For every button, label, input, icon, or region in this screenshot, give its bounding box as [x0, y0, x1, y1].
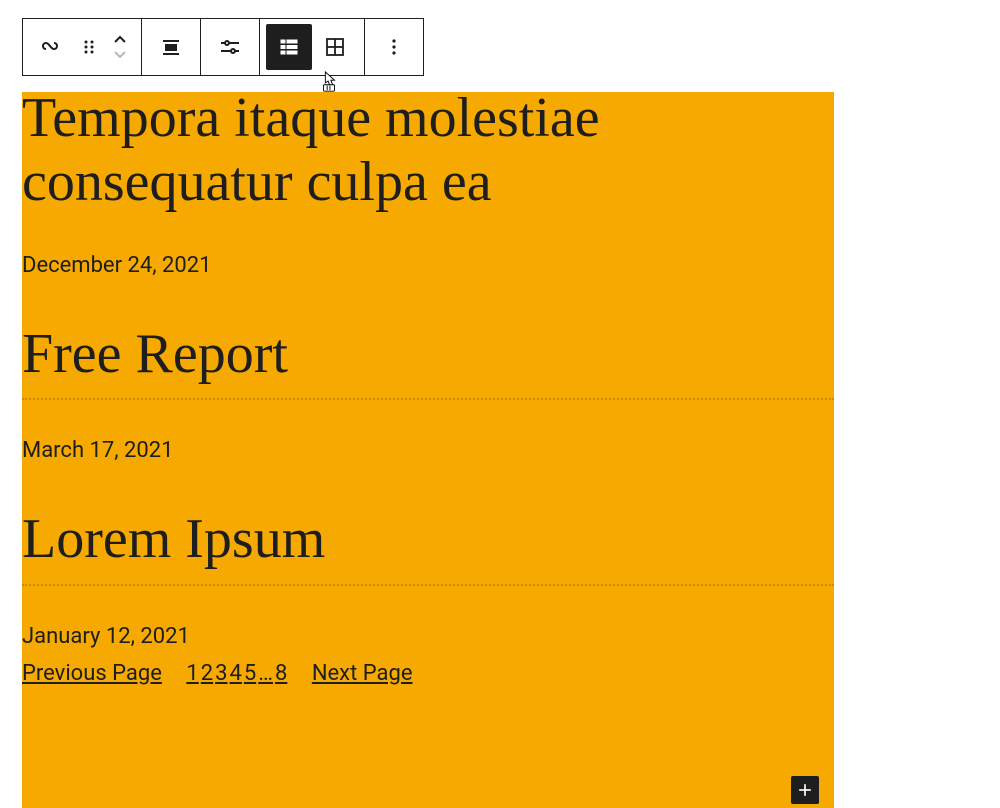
next-page-link[interactable]: Next Page — [312, 661, 413, 686]
toolbar-group-more — [365, 19, 423, 75]
block-toolbar — [22, 18, 424, 76]
page-link[interactable]: 4 — [230, 661, 242, 686]
post-title[interactable]: Free Report — [22, 322, 834, 386]
block-movers — [105, 24, 135, 70]
pagination: Previous Page 12345…8 Next Page — [22, 661, 834, 686]
post-date[interactable]: December 24, 2021 — [22, 253, 834, 278]
post-title[interactable]: Lorem Ipsum — [22, 507, 834, 571]
post-item: Tempora itaque molestiae consequatur cul… — [22, 86, 834, 278]
drag-handle-icon[interactable] — [75, 24, 105, 70]
page-link[interactable]: 8 — [275, 661, 287, 686]
grid-view-icon[interactable] — [312, 24, 358, 70]
post-item: Lorem Ipsum January 12, 2021 — [22, 507, 834, 648]
post-item: Free Report March 17, 2021 — [22, 322, 834, 463]
more-options-icon[interactable] — [371, 24, 417, 70]
post-date[interactable]: March 17, 2021 — [22, 438, 834, 463]
block-inserter-button[interactable] — [791, 776, 819, 804]
page-link[interactable]: 5 — [244, 661, 256, 686]
page-link[interactable]: 2 — [201, 661, 213, 686]
align-icon[interactable] — [148, 24, 194, 70]
prev-page-link[interactable]: Previous Page — [22, 661, 162, 686]
page-link[interactable]: 1 — [186, 661, 198, 686]
toolbar-group-settings — [201, 19, 260, 75]
move-down-button[interactable] — [113, 47, 127, 61]
page-link[interactable]: 3 — [215, 661, 227, 686]
move-up-button[interactable] — [113, 33, 127, 47]
ellipsis: … — [258, 661, 273, 686]
display-settings-icon[interactable] — [207, 24, 253, 70]
post-date[interactable]: January 12, 2021 — [22, 624, 834, 649]
query-loop-block[interactable]: Tempora itaque molestiae consequatur cul… — [22, 92, 834, 808]
query-loop-icon[interactable] — [29, 24, 75, 70]
toolbar-group-align — [142, 19, 201, 75]
list-view-icon[interactable] — [266, 24, 312, 70]
toolbar-group-block — [23, 19, 142, 75]
post-title[interactable]: Tempora itaque molestiae consequatur cul… — [22, 86, 834, 215]
toolbar-group-layout — [260, 19, 365, 75]
page-numbers: 12345…8 — [185, 661, 293, 686]
